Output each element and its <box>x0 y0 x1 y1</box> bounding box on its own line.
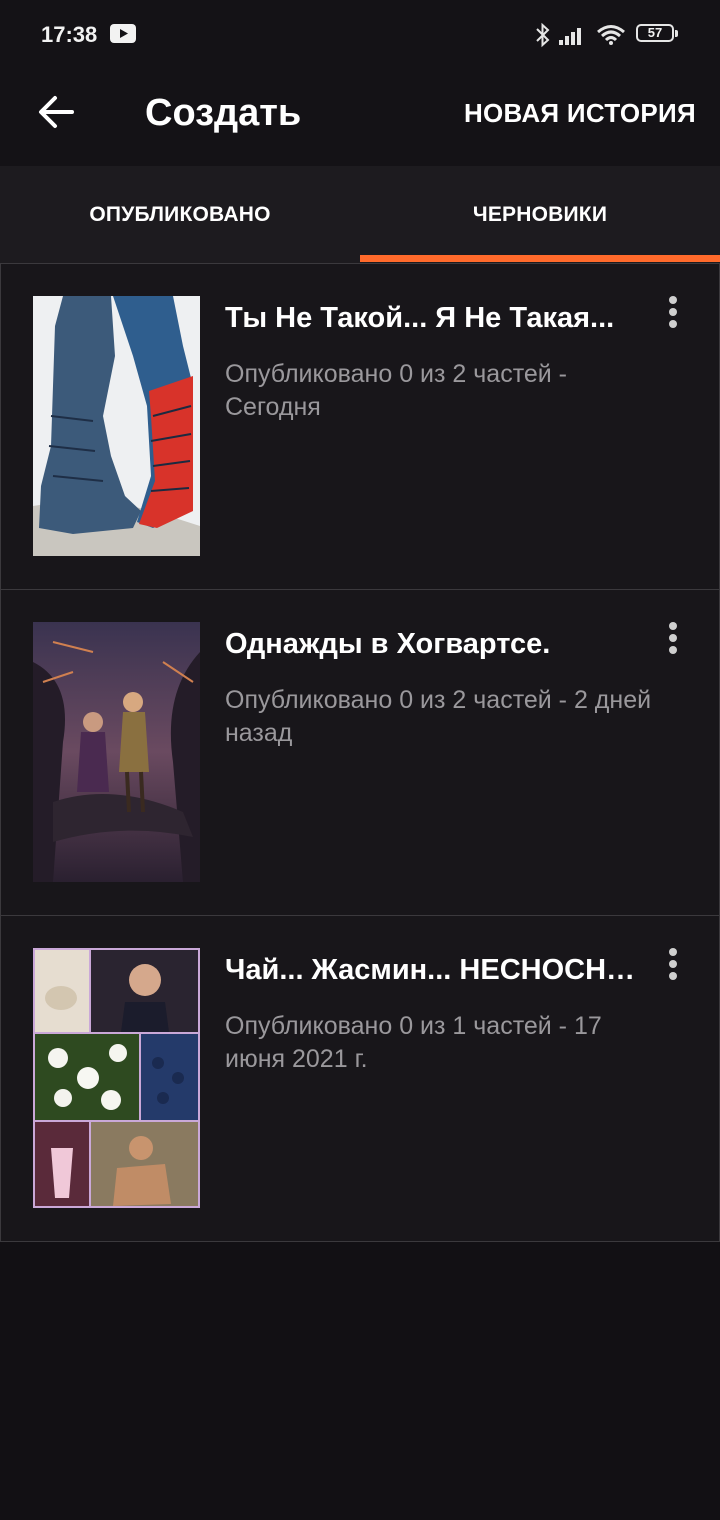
story-item[interactable]: Однажды в Хогвартсе. Опубликовано 0 из 2… <box>0 590 720 916</box>
more-options-icon[interactable] <box>657 292 689 332</box>
story-cover-image <box>33 622 200 882</box>
story-title: Чай... Жасмин... НЕСНОСНЫЙ... <box>225 954 645 986</box>
story-publish-status: Опубликовано 0 из 2 частей - Сегодня <box>225 360 568 421</box>
battery-indicator: 57 <box>636 24 678 44</box>
story-publish-status: Опубликовано 0 из 1 частей - 17 июня 202… <box>225 1012 602 1073</box>
youtube-notification-icon <box>110 24 136 43</box>
back-arrow-icon[interactable] <box>36 90 80 134</box>
story-cover-image <box>33 296 200 556</box>
new-story-button[interactable]: НОВАЯ ИСТОРИЯ <box>464 94 696 132</box>
app-toolbar: Создать НОВАЯ ИСТОРИЯ <box>0 70 720 166</box>
draft-stories-list: Ты Не Такой... Я Не Такая... Опубликован… <box>0 263 720 1242</box>
more-options-icon[interactable] <box>657 944 689 984</box>
more-options-icon[interactable] <box>657 618 689 658</box>
story-title: Ты Не Такой... Я Не Такая... <box>225 302 615 334</box>
status-time: 17:38 <box>41 22 98 47</box>
story-item[interactable]: Ты Не Такой... Я Не Такая... Опубликован… <box>0 263 720 590</box>
tab-drafts[interactable]: ЧЕРНОВИКИ <box>360 166 720 263</box>
status-bar: 17:38 57 <box>0 0 720 70</box>
wifi-icon <box>597 25 625 45</box>
story-title: Однажды в Хогвартсе. <box>225 628 551 660</box>
tab-bar: ОПУБЛИКОВАНО ЧЕРНОВИКИ <box>0 166 720 264</box>
tab-published[interactable]: ОПУБЛИКОВАНО <box>0 166 360 263</box>
story-publish-status: Опубликовано 0 из 2 частей - 2 дней наза… <box>225 686 652 747</box>
bluetooth-icon <box>536 22 550 48</box>
battery-level: 57 <box>647 25 663 40</box>
selected-tab-indicator <box>360 255 720 262</box>
page-title: Создать <box>145 92 302 134</box>
story-cover-image <box>33 948 200 1208</box>
story-item[interactable]: Чай... Жасмин... НЕСНОСНЫЙ... Опубликова… <box>0 916 720 1242</box>
signal-icon <box>559 28 581 45</box>
